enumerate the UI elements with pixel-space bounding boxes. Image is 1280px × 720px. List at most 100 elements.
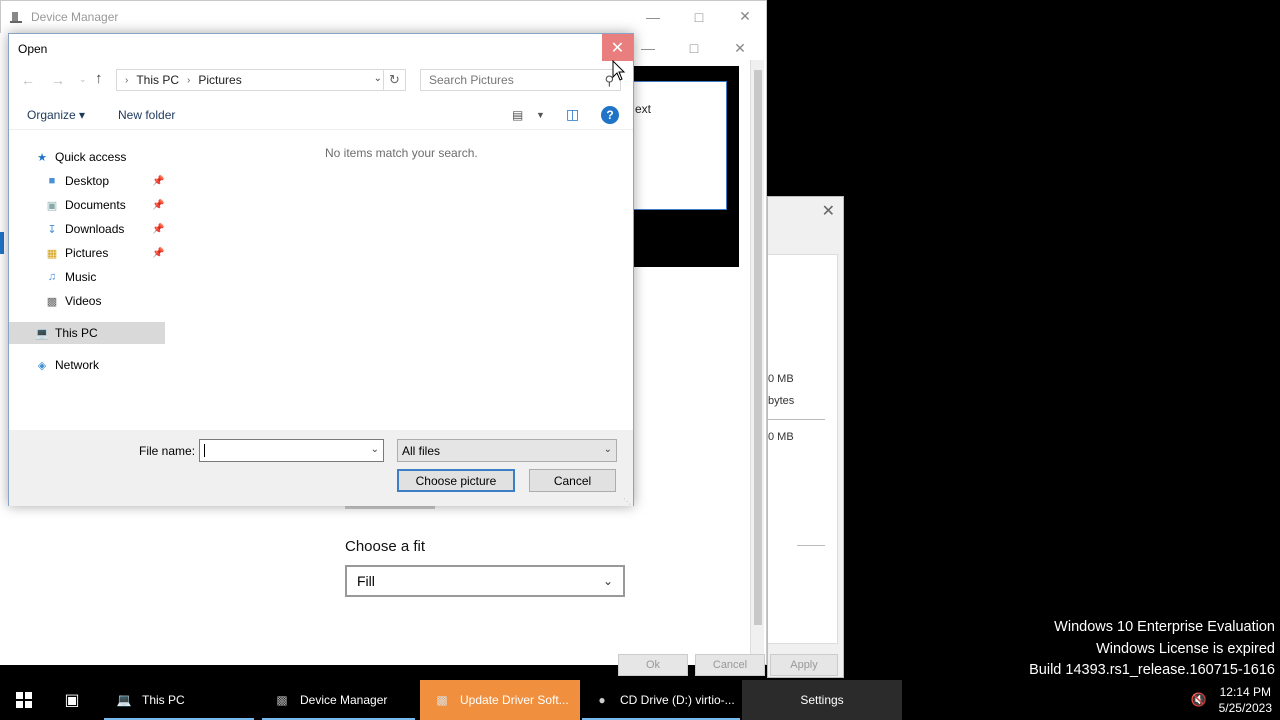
nav-accent-bar (0, 232, 4, 254)
nav-downloads[interactable]: ↧ Downloads 📌 (45, 218, 165, 240)
file-name-input[interactable]: ⌄ (199, 439, 384, 462)
settings-maximize-button[interactable]: □ (671, 33, 717, 63)
properties-separator (797, 545, 825, 546)
fit-value: Fill (357, 573, 375, 589)
preview-text: ext (635, 102, 652, 116)
windows-logo-icon (16, 692, 32, 708)
taskbar-item-this-pc[interactable]: 💻 This PC (104, 680, 254, 720)
pin-icon[interactable]: 📌 (152, 224, 164, 235)
organize-button[interactable]: Organize ▾ (27, 108, 85, 122)
minimize-button[interactable]: — (630, 1, 676, 32)
view-options-icon[interactable]: ▤ (512, 108, 523, 122)
chevron-down-icon[interactable]: ⌄ (371, 444, 379, 455)
volume-muted-icon[interactable]: 🔇 (1188, 680, 1210, 720)
command-bar: Organize ▾ New folder ▤ ▼ ◫ ? (9, 100, 633, 130)
device-manager-title: Device Manager (31, 9, 119, 24)
pin-icon[interactable]: 📌 (152, 200, 164, 211)
properties-panel (768, 254, 838, 644)
task-view-button[interactable]: ▣ (48, 680, 96, 720)
chevron-down-icon: ⌄ (603, 444, 612, 455)
nav-quick-access[interactable]: ★ Quick access (35, 146, 126, 168)
pin-icon[interactable]: 📌 (152, 248, 164, 259)
properties-dialog: ✕ 0 MB bytes 0 MB (767, 196, 844, 678)
breadcrumb-this-pc[interactable]: This PC (136, 73, 179, 87)
watermark-edition: Windows 10 Enterprise Evaluation (1054, 619, 1275, 635)
close-icon: ✕ (610, 39, 625, 57)
nav-network[interactable]: ◈ Network (35, 354, 99, 376)
resize-grip-icon[interactable]: ⋱ (623, 497, 631, 506)
nav-pictures[interactable]: ▦ Pictures 📌 (45, 242, 165, 264)
choose-fit-label: Choose a fit (345, 538, 426, 555)
apply-button[interactable]: Apply (770, 654, 838, 676)
desktop-folder-icon: ■ (48, 175, 56, 187)
music-folder-icon: ♫ (47, 271, 57, 283)
taskbar-item-settings[interactable]: Settings (742, 680, 902, 720)
choose-picture-button[interactable]: Choose picture (397, 469, 515, 492)
properties-row: 0 MB (768, 431, 794, 443)
dialog-close-button[interactable]: ✕ (602, 34, 633, 61)
recent-dropdown-icon[interactable]: ⌄ (79, 74, 87, 85)
empty-results-message: No items match your search. (325, 146, 478, 160)
computer-icon: 💻 (116, 693, 132, 707)
nav-music[interactable]: ♫ Music (45, 266, 96, 288)
preview-window (633, 81, 727, 210)
start-button[interactable] (0, 680, 48, 720)
search-input[interactable]: Search Pictures ⚲ (420, 69, 621, 91)
fit-dropdown[interactable]: Fill ⌄ (345, 565, 625, 597)
address-bar[interactable]: › This PC › Pictures ⌄ ↻ (116, 69, 406, 91)
breadcrumb-pictures[interactable]: Pictures (198, 73, 241, 87)
mouse-cursor-icon (612, 60, 626, 81)
view-dropdown-icon[interactable]: ▼ (536, 110, 545, 120)
breadcrumb-chevron-icon: › (187, 74, 191, 86)
properties-row: 0 MB (768, 373, 794, 385)
dialog-footer: File name: ⌄ All files ⌄ Choose picture … (9, 430, 633, 506)
ok-button[interactable]: Ok (618, 654, 688, 676)
search-placeholder: Search Pictures (429, 73, 514, 87)
documents-folder-icon: ▣ (46, 199, 58, 212)
pin-icon[interactable]: 📌 (152, 176, 164, 187)
nav-this-pc[interactable]: 💻 This PC (9, 322, 165, 344)
star-icon: ★ (37, 151, 47, 164)
close-button[interactable]: ✕ (722, 1, 768, 32)
taskbar-item-cd-drive[interactable]: ● CD Drive (D:) virtio-... (582, 680, 740, 720)
help-icon[interactable]: ? (601, 106, 619, 124)
nav-documents[interactable]: ▣ Documents 📌 (45, 194, 165, 216)
forward-arrow-icon[interactable]: → (51, 72, 65, 88)
background-preview: ext (633, 66, 739, 267)
properties-separator (768, 419, 825, 420)
computer-icon: 💻 (35, 327, 49, 340)
preview-pane-icon[interactable]: ◫ (566, 106, 579, 123)
cd-drive-icon: ● (598, 693, 606, 707)
device-manager-icon: ▩ (276, 693, 288, 707)
taskbar-item-update-driver[interactable]: ▩ Update Driver Soft... (420, 680, 580, 720)
breadcrumb-chevron-icon: › (125, 74, 129, 86)
cancel-button[interactable]: Cancel (529, 469, 616, 492)
nav-desktop[interactable]: ■ Desktop 📌 (45, 170, 165, 192)
downloads-folder-icon: ↧ (47, 223, 57, 236)
scrollbar-thumb[interactable] (754, 70, 762, 625)
open-dialog: Open ✕ ← → ⌄ ↑ › This PC › Pictures ⌄ ↻ … (8, 33, 634, 506)
properties-cancel-button[interactable]: Cancel (695, 654, 765, 676)
up-arrow-icon[interactable]: ↑ (95, 70, 103, 87)
file-type-select[interactable]: All files ⌄ (397, 439, 617, 462)
device-manager-icon (10, 11, 22, 23)
settings-scrollbar[interactable] (750, 60, 764, 660)
file-name-label: File name: (139, 444, 196, 458)
videos-folder-icon: ▩ (46, 295, 58, 308)
chevron-down-icon: ⌄ (602, 574, 613, 588)
pictures-folder-icon: ▦ (46, 247, 58, 260)
new-folder-button[interactable]: New folder (118, 108, 175, 122)
taskbar-item-device-manager[interactable]: ▩ Device Manager (262, 680, 415, 720)
properties-close-icon[interactable]: ✕ (822, 201, 835, 221)
address-dropdown-icon[interactable]: ⌄ (374, 73, 382, 84)
settings-close-button[interactable]: ✕ (717, 33, 763, 63)
system-clock[interactable]: 12:14 PM 5/25/2023 (1219, 684, 1272, 716)
watermark-license: Windows License is expired (1096, 640, 1275, 657)
nav-videos[interactable]: ▩ Videos (45, 290, 102, 312)
taskbar: ▣ 💻 This PC ▩ Device Manager ▩ Update Dr… (0, 680, 1280, 720)
refresh-icon[interactable]: ↻ (383, 70, 405, 90)
windows-watermark: Windows 10 Enterprise Evaluation Windows… (1029, 617, 1275, 682)
clock-date: 5/25/2023 (1218, 701, 1272, 715)
maximize-button[interactable]: □ (676, 1, 722, 32)
back-arrow-icon[interactable]: ← (21, 72, 35, 88)
